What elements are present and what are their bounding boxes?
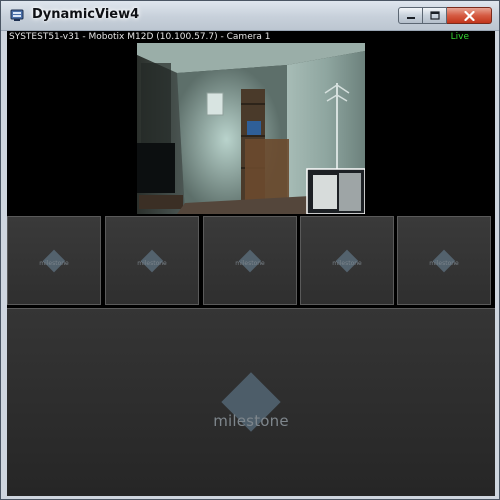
empty-camera-slot[interactable]: milestone: [397, 216, 491, 305]
window-title: DynamicView4: [32, 7, 140, 22]
empty-large-camera-slot[interactable]: milestone: [7, 308, 495, 496]
live-status-indicator: Live: [450, 32, 469, 42]
minimize-button[interactable]: [398, 7, 423, 24]
camera-title: SYSTEST51-v31 - Mobotix M12D (10.100.57.…: [9, 32, 271, 42]
milestone-brand-text: milestone: [213, 412, 289, 430]
camera-feed-image: [137, 43, 365, 214]
close-icon: [463, 10, 475, 21]
app-icon: [10, 9, 24, 21]
dynamic-view-window: DynamicView4 SYSTEST51-v31 - Mobotix M12…: [0, 0, 500, 500]
tile-brand-text: milestone: [137, 260, 167, 267]
empty-camera-slot[interactable]: milestone: [203, 216, 297, 305]
tile-brand-text: milestone: [235, 260, 265, 267]
live-video-frame[interactable]: [137, 43, 365, 214]
camera-grid-row: milestone milestone milestone milestone …: [7, 214, 495, 307]
title-bar[interactable]: DynamicView4: [1, 1, 499, 31]
tile-brand-text: milestone: [39, 260, 69, 267]
empty-camera-slot[interactable]: milestone: [7, 216, 101, 305]
view-layout: SYSTEST51-v31 - Mobotix M12D (10.100.57.…: [7, 31, 495, 496]
camera-header-bar: SYSTEST51-v31 - Mobotix M12D (10.100.57.…: [7, 31, 495, 43]
tile-brand-text: milestone: [429, 260, 459, 267]
empty-camera-slot[interactable]: milestone: [300, 216, 394, 305]
camera-view-pane[interactable]: [7, 43, 495, 214]
minimize-icon: [406, 16, 415, 19]
maximize-button[interactable]: [423, 7, 447, 24]
empty-camera-slot[interactable]: milestone: [105, 216, 199, 305]
maximize-icon: [429, 11, 440, 20]
caption-buttons: [398, 7, 492, 26]
close-button[interactable]: [447, 7, 492, 24]
tile-brand-text: milestone: [332, 260, 362, 267]
